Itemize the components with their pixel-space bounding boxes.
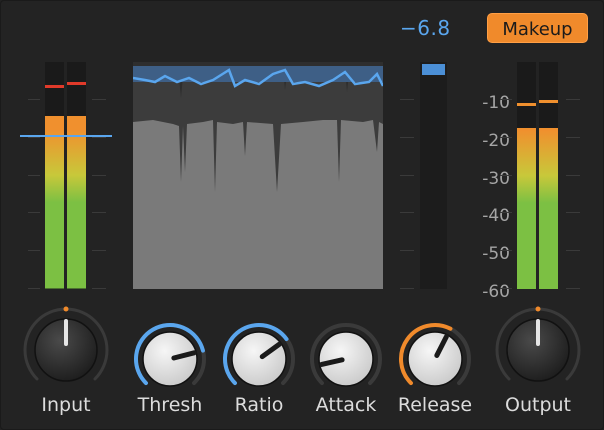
input-meter-left: [45, 62, 64, 289]
knob-release-label: Release: [397, 394, 473, 416]
knob-graphic: [23, 306, 109, 382]
input-meter-right-peak: [67, 81, 86, 85]
scale-tick: [500, 288, 512, 289]
scale-tick: [500, 175, 512, 176]
knob-input[interactable]: [22, 306, 110, 394]
scale-tick: [566, 250, 580, 251]
input-meter-left-peak: [45, 84, 64, 88]
scale-tick: [92, 175, 106, 176]
knob-ratio[interactable]: [222, 322, 296, 396]
scale-tick: [566, 288, 580, 289]
output-meter-left: [517, 62, 536, 289]
input-meter-left-fill: [45, 116, 64, 289]
output-meter-left-peak: [517, 102, 536, 106]
gain-reduction-meter: [420, 62, 447, 289]
scale-tick: [500, 212, 512, 213]
scale-tick: [28, 288, 40, 289]
compressor-panel: −6.8 Makeup -10 -20 -30 -40 -50 -60 Inpu…: [0, 0, 604, 430]
knob-output[interactable]: [494, 306, 582, 394]
db-label: -50: [482, 244, 510, 264]
output-meter: [517, 62, 559, 289]
db-label: -30: [482, 169, 510, 189]
knob-attack[interactable]: [309, 322, 383, 396]
scale-tick: [400, 99, 414, 100]
scale-tick: [92, 137, 106, 138]
db-label: -10: [482, 93, 510, 113]
scale-tick: [400, 175, 414, 176]
scale-tick: [400, 137, 414, 138]
knob-graphic: [310, 323, 382, 387]
scale-tick: [92, 288, 106, 289]
scale-tick: [500, 137, 512, 138]
scale-tick: [566, 99, 580, 100]
scale-tick: [28, 212, 40, 213]
compression-display: [133, 62, 383, 289]
output-meter-left-fill: [517, 127, 536, 289]
knob-output-label: Output: [505, 394, 571, 416]
output-meter-right-fill: [539, 127, 558, 289]
scale-tick: [500, 250, 512, 251]
makeup-button[interactable]: Makeup: [487, 13, 588, 43]
output-meter-right-peak: [539, 99, 558, 103]
scale-tick: [92, 212, 106, 213]
scale-tick: [566, 175, 580, 176]
scale-tick: [500, 99, 512, 100]
input-meter-right-fill: [67, 116, 86, 289]
knob-graphic: [223, 322, 295, 387]
scale-tick: [92, 250, 106, 251]
db-label: -60: [482, 282, 510, 302]
gain-reduction-readout: −6.8: [400, 16, 451, 40]
scale-tick: [400, 250, 414, 251]
knob-release[interactable]: [398, 322, 472, 396]
scale-tick: [566, 212, 580, 213]
scale-tick: [566, 137, 580, 138]
waveform-graph: [133, 66, 383, 289]
scale-tick: [400, 288, 414, 289]
scale-tick: [28, 137, 40, 138]
input-meter: [45, 62, 87, 289]
scale-tick: [28, 99, 40, 100]
db-label: -20: [482, 131, 510, 151]
input-meter-right: [67, 62, 86, 289]
knob-input-label: Input: [41, 394, 91, 416]
db-label: -40: [482, 206, 510, 226]
knob-graphic: [495, 306, 581, 382]
knob-thresh[interactable]: [133, 322, 207, 396]
scale-tick: [400, 212, 414, 213]
scale-tick: [28, 250, 40, 251]
knob-graphic: [134, 323, 206, 387]
scale-tick: [28, 175, 40, 176]
output-waveform: [133, 120, 383, 289]
output-meter-right: [539, 62, 558, 289]
knob-graphic: [399, 323, 471, 387]
scale-tick: [92, 99, 106, 100]
gain-reduction-fill: [422, 64, 445, 76]
